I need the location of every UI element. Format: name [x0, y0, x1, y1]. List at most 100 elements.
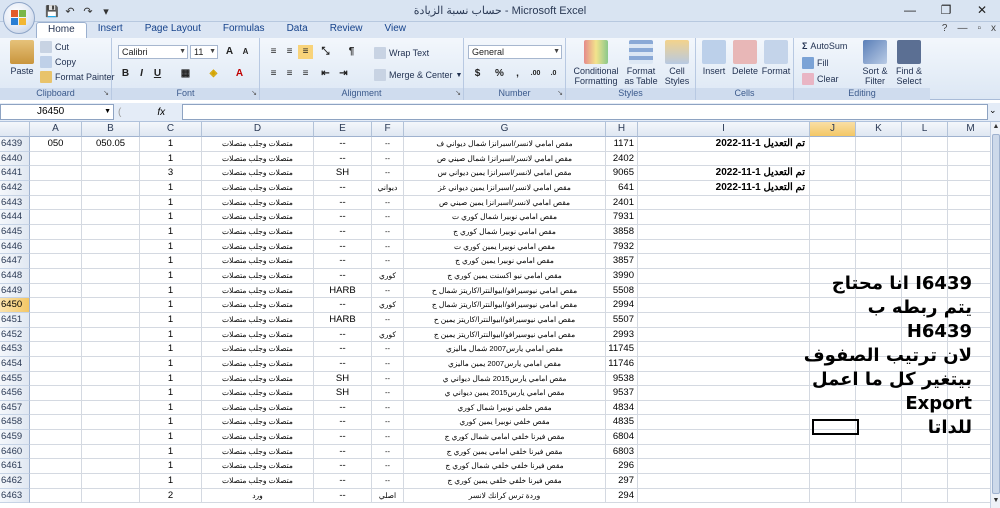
cell-c[interactable]: 1 — [140, 371, 202, 387]
column-header-g[interactable]: G — [404, 122, 606, 137]
cell-j[interactable] — [810, 210, 856, 225]
cell-h[interactable]: 2401 — [606, 195, 638, 211]
cell-g[interactable]: مقص امامي يارس2015 شمال ديواني ي — [404, 371, 606, 387]
cell-b[interactable] — [82, 283, 140, 299]
cell-d[interactable]: متصلات وجلب متصلات — [202, 224, 314, 240]
align-top-icon[interactable]: ≡ — [266, 45, 281, 59]
cell-b[interactable] — [82, 444, 140, 460]
increase-decimal-button[interactable]: .00 — [528, 67, 543, 81]
cell-f[interactable]: -- — [372, 400, 404, 416]
cell-h[interactable]: 2402 — [606, 151, 638, 167]
cell-h[interactable]: 9065 — [606, 166, 638, 181]
cell-b[interactable] — [82, 386, 140, 401]
cell-f[interactable]: -- — [372, 356, 404, 372]
orientation-icon[interactable]: ⤡ — [318, 45, 333, 59]
cell-f[interactable]: -- — [372, 210, 404, 225]
row-header[interactable]: 6463 — [0, 488, 30, 504]
column-header-a[interactable]: A — [30, 122, 82, 137]
cell-c[interactable]: 1 — [140, 210, 202, 225]
cell-l[interactable] — [902, 166, 948, 181]
dialog-launcher-icon[interactable]: ↘ — [455, 89, 461, 97]
cell-e[interactable]: -- — [314, 151, 372, 167]
scroll-thumb[interactable] — [992, 134, 1000, 494]
column-header-m[interactable]: M — [948, 122, 990, 137]
column-header-l[interactable]: L — [902, 122, 948, 137]
cell-h[interactable]: 5508 — [606, 283, 638, 299]
cell-d[interactable]: ورد — [202, 488, 314, 504]
cell-b[interactable] — [82, 356, 140, 372]
cell-e[interactable]: -- — [314, 254, 372, 269]
row-header[interactable]: 6445 — [0, 224, 30, 240]
cell-k[interactable] — [856, 459, 902, 475]
copy-button[interactable]: Copy — [40, 56, 76, 68]
number-format-combo[interactable]: General ▼ — [468, 45, 562, 59]
row-header[interactable]: 6455 — [0, 371, 30, 387]
cell-b[interactable] — [82, 298, 140, 313]
cell-a[interactable] — [30, 474, 82, 489]
align-center-icon[interactable]: ≡ — [282, 67, 297, 81]
cell-h[interactable]: 6804 — [606, 430, 638, 445]
sort-filter-button[interactable]: Sort & Filter — [858, 40, 892, 86]
row-header[interactable]: 6442 — [0, 180, 30, 196]
cell-i[interactable] — [638, 488, 810, 504]
cell-l[interactable] — [902, 137, 948, 152]
cell-d[interactable]: متصلات وجلب متصلات — [202, 283, 314, 299]
cell-c[interactable]: 1 — [140, 180, 202, 196]
tab-view[interactable]: View — [373, 22, 417, 38]
cell-c[interactable]: 1 — [140, 268, 202, 284]
cell-d[interactable]: متصلات وجلب متصلات — [202, 151, 314, 167]
cell-f[interactable]: كوري — [372, 298, 404, 313]
cell-i[interactable] — [638, 444, 810, 460]
cell-g[interactable]: مقص امامي نوبيرا يمين كوري ت — [404, 239, 606, 255]
cell-f[interactable]: -- — [372, 474, 404, 489]
cell-b[interactable] — [82, 210, 140, 225]
cell-f[interactable]: -- — [372, 224, 404, 240]
cell-c[interactable]: 1 — [140, 327, 202, 343]
cell-d[interactable]: متصلات وجلب متصلات — [202, 444, 314, 460]
cell-k[interactable] — [856, 180, 902, 196]
cell-e[interactable]: -- — [314, 298, 372, 313]
cell-m[interactable] — [948, 181, 990, 196]
workbook-minimize-button[interactable]: — — [957, 23, 967, 34]
cell-b[interactable]: 050.05 — [82, 137, 140, 152]
cell-g[interactable]: مقص امامي نيوسيرافو/ابيوالنترا/كاريتز يم… — [404, 312, 606, 328]
cell-f[interactable]: اصلي — [372, 488, 404, 504]
cell-f[interactable]: -- — [372, 254, 404, 269]
dialog-launcher-icon[interactable]: ↘ — [251, 89, 257, 97]
cell-i[interactable] — [638, 224, 810, 240]
column-header-f[interactable]: F — [372, 122, 404, 137]
cell-b[interactable] — [82, 430, 140, 445]
decrease-indent-icon[interactable]: ⇤ — [318, 67, 333, 81]
font-color-icon[interactable]: A — [232, 67, 247, 81]
cell-b[interactable] — [82, 400, 140, 416]
cell-b[interactable] — [82, 459, 140, 475]
cell-d[interactable]: متصلات وجلب متصلات — [202, 312, 314, 328]
cell-i[interactable] — [638, 474, 810, 489]
cell-h[interactable]: 4835 — [606, 415, 638, 431]
expand-formula-bar-icon[interactable]: ⌄ — [989, 105, 999, 116]
cell-g[interactable]: مقص فيرنا خلفي خلفي شمال كوري ج — [404, 459, 606, 475]
fill-button[interactable]: Fill — [802, 57, 829, 69]
cell-b[interactable] — [82, 180, 140, 196]
merge-center-button[interactable]: Merge & Center ▼ — [374, 69, 462, 81]
cell-d[interactable]: متصلات وجلب متصلات — [202, 239, 314, 255]
font-name-combo[interactable]: Calibri ▼ — [118, 45, 188, 59]
cell-a[interactable] — [30, 371, 82, 387]
cell-f[interactable]: -- — [372, 430, 404, 445]
cell-g[interactable]: مقص خلفي نوبيرا شمال كوري — [404, 400, 606, 416]
cell-b[interactable] — [82, 254, 140, 269]
cell-e[interactable]: HARB — [314, 283, 372, 299]
office-button[interactable] — [3, 2, 35, 34]
cell-c[interactable]: 1 — [140, 342, 202, 357]
shrink-font-button[interactable]: A — [238, 45, 253, 59]
cell-h[interactable]: 3990 — [606, 268, 638, 284]
cell-j[interactable] — [810, 195, 856, 211]
cell-h[interactable]: 11745 — [606, 342, 638, 357]
cell-f[interactable]: -- — [372, 166, 404, 181]
cell-h[interactable]: 3858 — [606, 224, 638, 240]
cell-g[interactable]: مقص امامي لانسر/اسبرانزا يمين ديواني س — [404, 166, 606, 181]
bold-button[interactable]: B — [118, 67, 133, 81]
cell-c[interactable]: 1 — [140, 283, 202, 299]
cell-i[interactable] — [638, 210, 810, 225]
cell-m[interactable] — [948, 152, 990, 167]
